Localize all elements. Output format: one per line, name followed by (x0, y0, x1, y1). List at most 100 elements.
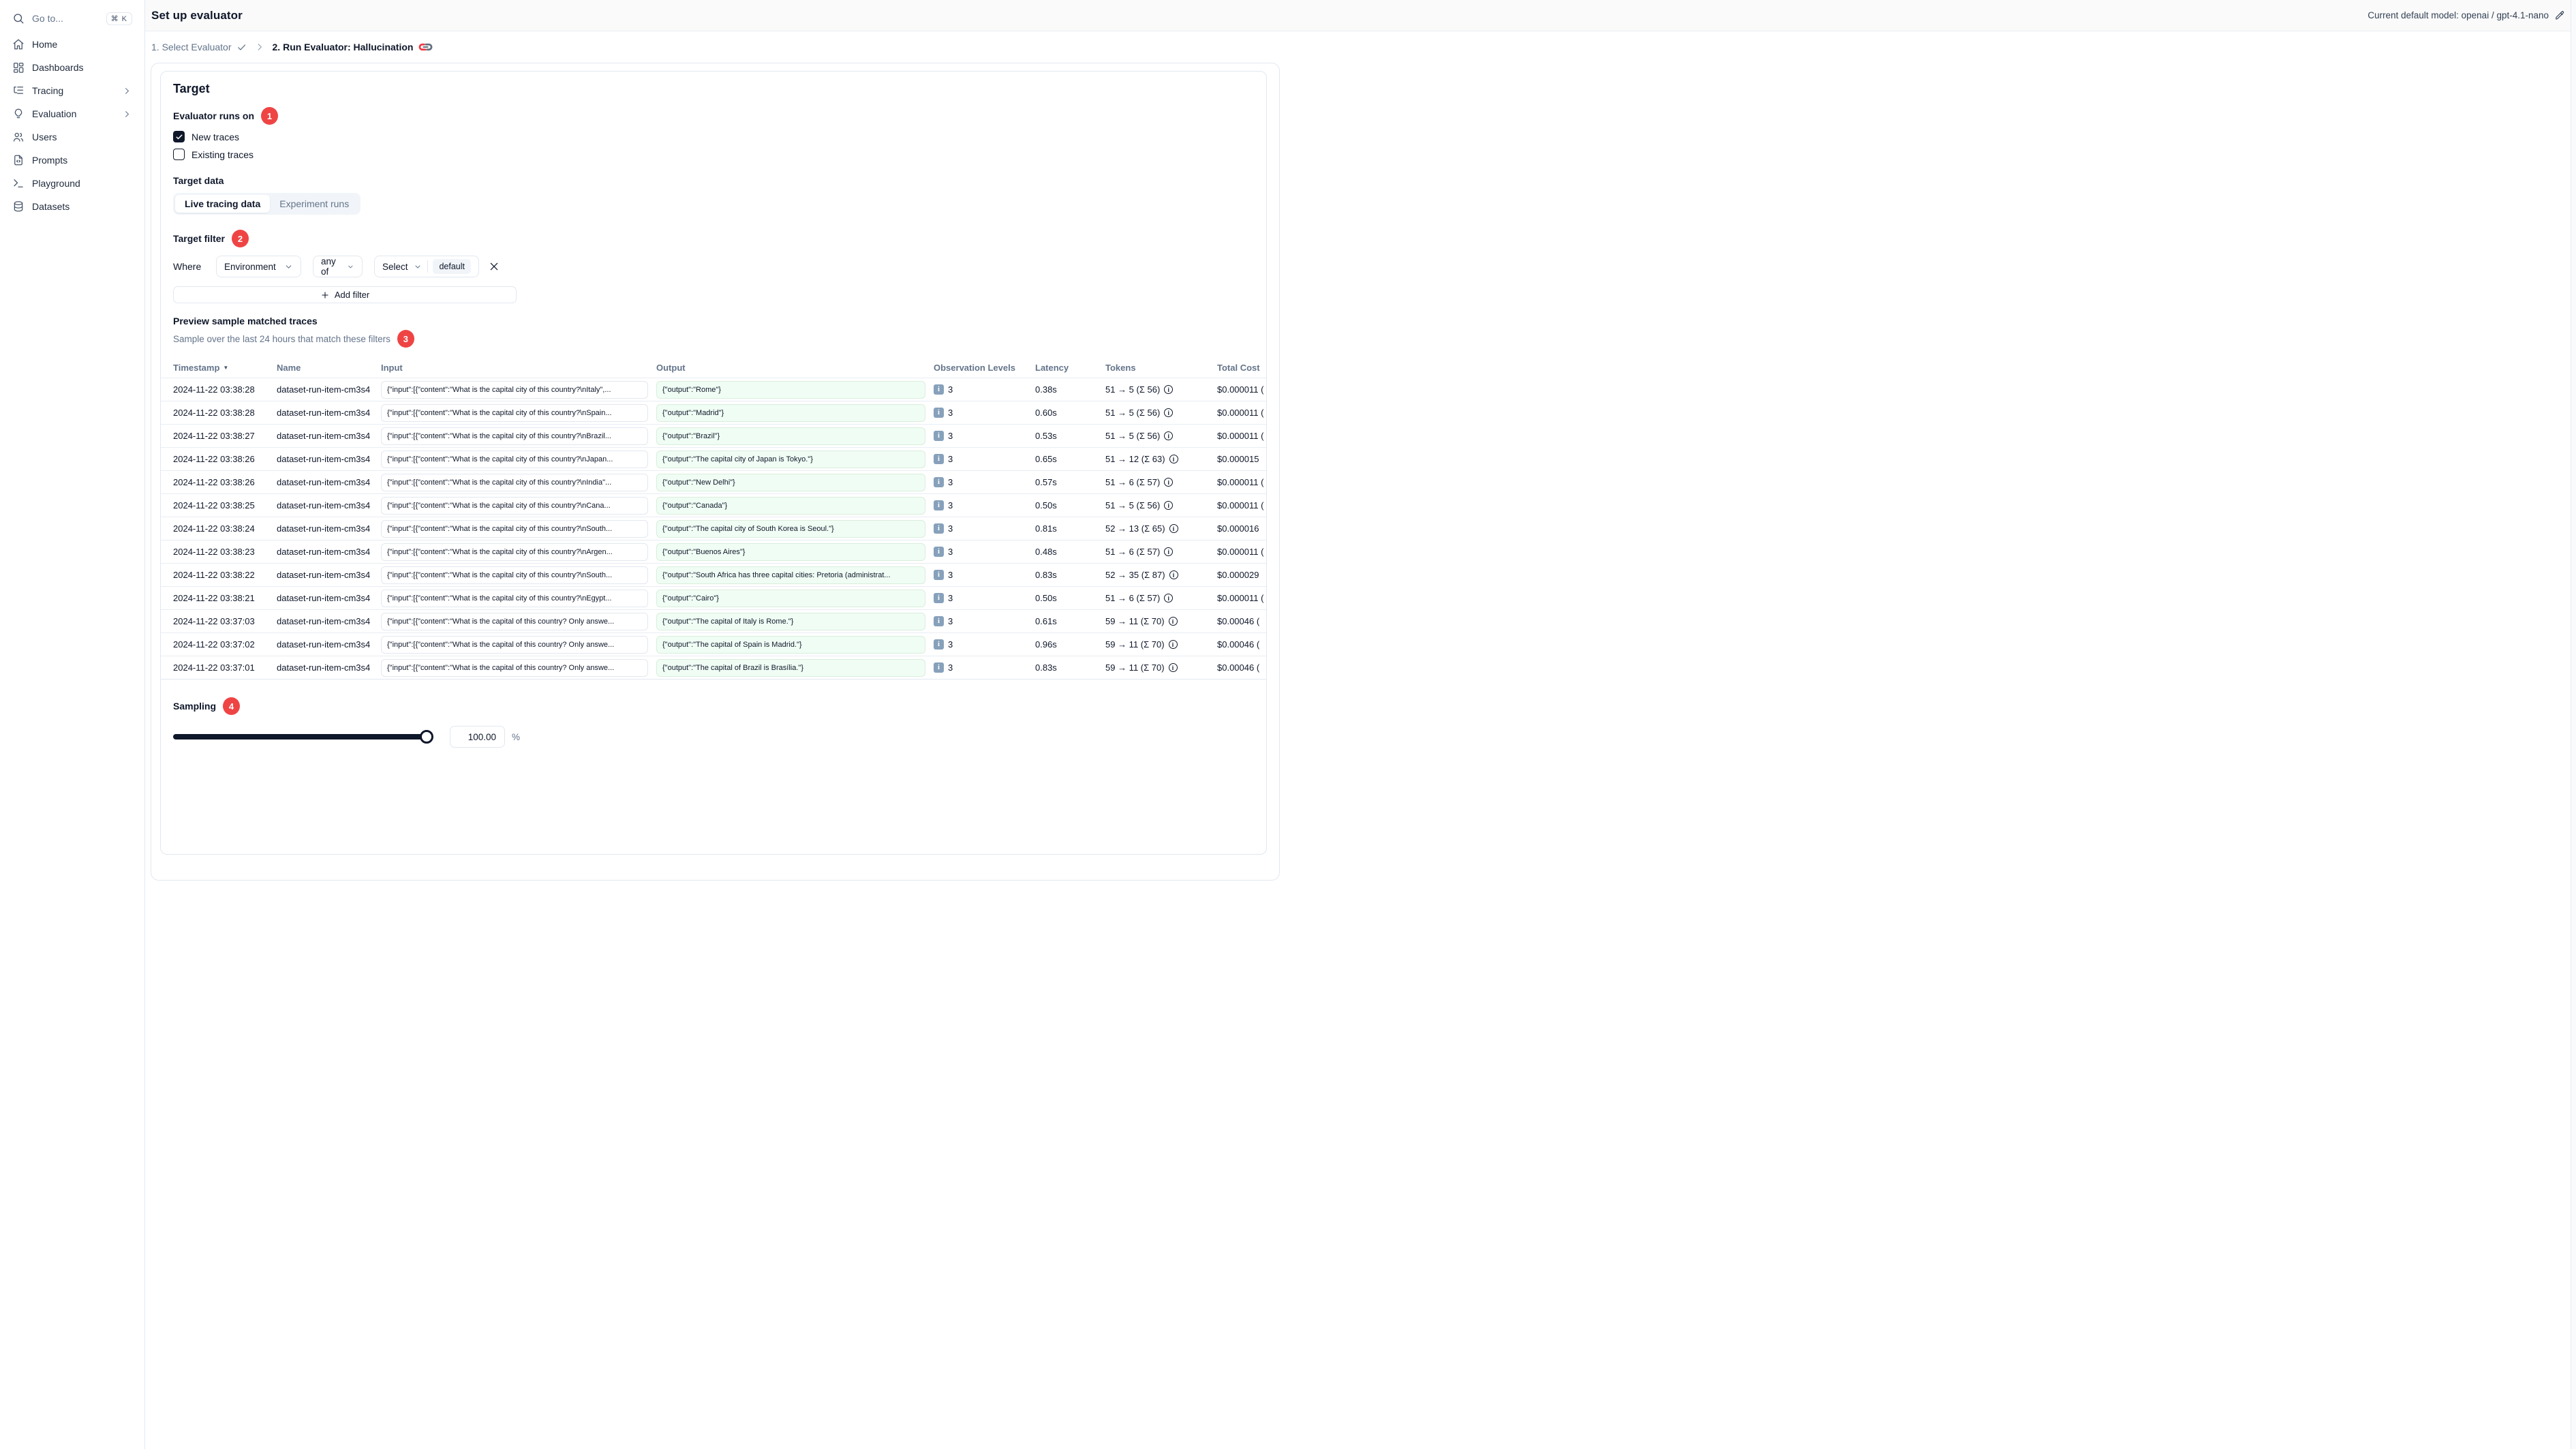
cell-output[interactable]: {"output":"The capital of Brazil is Bras… (656, 658, 925, 677)
cell-name: dataset-run-item-cm3s4 (277, 523, 371, 534)
remove-filter-button[interactable] (489, 261, 500, 272)
info-circle-icon[interactable]: i (1164, 431, 1174, 440)
column-header-latency[interactable]: Latency (1035, 363, 1105, 373)
sidebar-item-playground[interactable]: Playground (7, 172, 138, 195)
cell-input[interactable]: {"input":[{"content":"What is the capita… (381, 380, 648, 399)
info-circle-icon[interactable]: i (1169, 455, 1178, 463)
cell-input[interactable]: {"input":[{"content":"What is the capita… (381, 519, 648, 538)
cell-output[interactable]: {"output":"South Africa has three capita… (656, 566, 925, 584)
info-circle-icon[interactable]: i (1164, 478, 1174, 487)
column-header-output[interactable]: Output (656, 363, 934, 373)
checkbox[interactable] (173, 149, 185, 160)
cell-input[interactable]: {"input":[{"content":"What is the capita… (381, 658, 648, 677)
table-row[interactable]: 2024-11-22 03:38:23 dataset-run-item-cm3… (161, 540, 1266, 563)
column-header-name[interactable]: Name (277, 363, 381, 373)
info-circle-icon[interactable]: i (1168, 640, 1178, 649)
sidebar-item-prompts[interactable]: Prompts (7, 149, 138, 172)
cell-latency: 0.65s (1035, 454, 1057, 464)
filter-column-select[interactable]: Environment (216, 256, 301, 277)
cell-output[interactable]: {"output":"Cairo"} (656, 589, 925, 607)
table-row[interactable]: 2024-11-22 03:38:26 dataset-run-item-cm3… (161, 470, 1266, 493)
filter-operator-select[interactable]: any of (313, 256, 363, 277)
cell-output[interactable]: {"output":"New Delhi"} (656, 473, 925, 491)
table-row[interactable]: 2024-11-22 03:38:28 dataset-run-item-cm3… (161, 401, 1266, 424)
edit-model-pencil-icon[interactable] (2555, 10, 2565, 20)
sampling-slider[interactable] (173, 730, 433, 744)
sidebar-item-dashboards[interactable]: Dashboards (7, 56, 138, 79)
column-header-observation-levels[interactable]: Observation Levels (934, 363, 1035, 373)
breadcrumb-step2[interactable]: 2. Run Evaluator: Hallucination (273, 42, 433, 52)
sidebar-item-evaluation[interactable]: Evaluation (7, 102, 138, 125)
page-scrollbar[interactable] (2571, 0, 2576, 1449)
cell-input[interactable]: {"input":[{"content":"What is the capita… (381, 635, 648, 654)
table-row[interactable]: 2024-11-22 03:38:25 dataset-run-item-cm3… (161, 493, 1266, 517)
table-row[interactable]: 2024-11-22 03:37:03 dataset-run-item-cm3… (161, 609, 1266, 632)
table-row[interactable]: 2024-11-22 03:37:01 dataset-run-item-cm3… (161, 656, 1266, 679)
cell-latency: 0.53s (1035, 431, 1057, 441)
info-circle-icon[interactable]: i (1164, 547, 1174, 556)
column-header-total-cost[interactable]: Total Cost (1217, 363, 1266, 373)
cell-input[interactable]: {"input":[{"content":"What is the capita… (381, 427, 648, 445)
cell-input[interactable]: {"input":[{"content":"What is the capita… (381, 566, 648, 584)
info-circle-icon[interactable]: i (1169, 570, 1178, 579)
cell-output[interactable]: {"output":"Madrid"} (656, 403, 925, 422)
cell-output[interactable]: {"output":"The capital city of South Kor… (656, 519, 925, 538)
cell-tokens: 51 → 6 (Σ 57) i (1105, 477, 1217, 487)
cell-tokens: 51 → 6 (Σ 57) i (1105, 593, 1217, 603)
chevron-right-icon (122, 86, 132, 96)
cell-input[interactable]: {"input":[{"content":"What is the capita… (381, 496, 648, 515)
table-row[interactable]: 2024-11-22 03:38:28 dataset-run-item-cm3… (161, 378, 1266, 401)
tab-live-tracing-data[interactable]: Live tracing data (175, 195, 271, 213)
checkbox-row-new-traces[interactable]: New traces (173, 131, 1266, 142)
cell-input[interactable]: {"input":[{"content":"What is the capita… (381, 612, 648, 630)
cell-total-cost: $0.00046 ( (1217, 662, 1260, 673)
cell-output[interactable]: {"output":"Canada"} (656, 496, 925, 515)
go-to-button[interactable]: Go to... ⌘ K (7, 7, 138, 30)
info-circle-icon[interactable]: i (1164, 594, 1174, 603)
slider-handle[interactable] (420, 730, 433, 744)
cell-input[interactable]: {"input":[{"content":"What is the capita… (381, 473, 648, 491)
sidebar-item-datasets[interactable]: Datasets (7, 195, 138, 218)
cell-output[interactable]: {"output":"The capital of Italy is Rome.… (656, 612, 925, 630)
cell-output[interactable]: {"output":"Buenos Aires"} (656, 543, 925, 561)
table-row[interactable]: 2024-11-22 03:38:26 dataset-run-item-cm3… (161, 447, 1266, 470)
table-row[interactable]: 2024-11-22 03:38:24 dataset-run-item-cm3… (161, 517, 1266, 540)
cell-observation-levels: i3 (934, 639, 1035, 650)
target-data-tabs: Live tracing data Experiment runs (173, 193, 361, 215)
sidebar-item-tracing[interactable]: Tracing (7, 79, 138, 102)
filter-value-select[interactable]: Select default (374, 256, 479, 277)
sidebar-item-users[interactable]: Users (7, 125, 138, 149)
cell-name: dataset-run-item-cm3s4 (277, 477, 371, 487)
checkbox-checked[interactable] (173, 131, 185, 142)
sampling-percvalue-input[interactable] (450, 726, 505, 748)
info-circle-icon[interactable]: i (1164, 385, 1174, 394)
cell-input[interactable]: {"input":[{"content":"What is the capita… (381, 543, 648, 561)
table-row[interactable]: 2024-11-22 03:38:27 dataset-run-item-cm3… (161, 424, 1266, 447)
cell-output[interactable]: {"output":"The capital city of Japan is … (656, 450, 925, 468)
info-circle-icon[interactable]: i (1164, 408, 1174, 417)
cell-output[interactable]: {"output":"Rome"} (656, 380, 925, 399)
table-row[interactable]: 2024-11-22 03:38:22 dataset-run-item-cm3… (161, 563, 1266, 586)
column-header-timestamp[interactable]: Timestamp ▼ (173, 363, 277, 373)
tab-experiment-runs[interactable]: Experiment runs (270, 195, 358, 213)
column-header-tokens[interactable]: Tokens (1105, 363, 1217, 373)
table-row[interactable]: 2024-11-22 03:38:21 dataset-run-item-cm3… (161, 586, 1266, 609)
info-circle-icon[interactable]: i (1169, 524, 1178, 533)
breadcrumb-step1[interactable]: 1. Select Evaluator (151, 42, 247, 52)
info-circle-icon[interactable]: i (1168, 663, 1178, 672)
cell-input[interactable]: {"input":[{"content":"What is the capita… (381, 589, 648, 607)
cell-output[interactable]: {"output":"Brazil"} (656, 427, 925, 445)
cell-input[interactable]: {"input":[{"content":"What is the capita… (381, 450, 648, 468)
table-row[interactable]: 2024-11-22 03:37:02 dataset-run-item-cm3… (161, 632, 1266, 656)
cell-input[interactable]: {"input":[{"content":"What is the capita… (381, 403, 648, 422)
go-to-label: Go to... (32, 13, 63, 24)
column-header-input[interactable]: Input (381, 363, 656, 373)
tracing-icon (12, 85, 25, 97)
sidebar-item-home[interactable]: Home (7, 33, 138, 56)
step-badge-1: 1 (261, 107, 279, 125)
add-filter-button[interactable]: Add filter (173, 286, 517, 303)
info-circle-icon[interactable]: i (1168, 617, 1178, 626)
cell-output[interactable]: {"output":"The capital of Spain is Madri… (656, 635, 925, 654)
info-circle-icon[interactable]: i (1164, 501, 1174, 510)
checkbox-row-existing-traces[interactable]: Existing traces (173, 149, 1266, 160)
